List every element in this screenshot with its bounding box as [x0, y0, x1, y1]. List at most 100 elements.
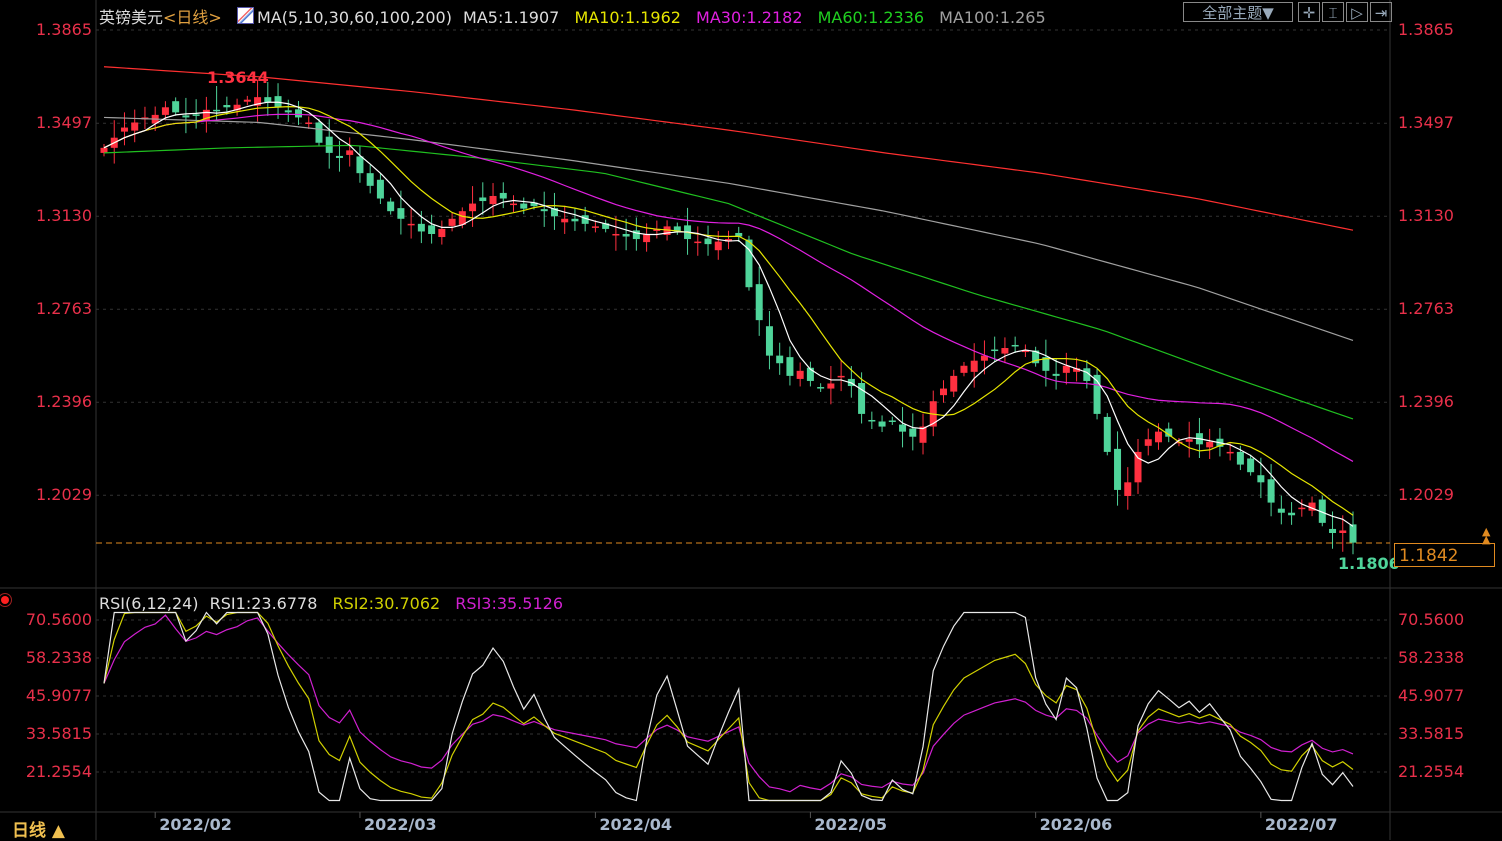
rsi-title: RSI(6,12,24) [99, 594, 199, 613]
date-label: 2022/02 [159, 815, 232, 834]
rsi-tick-label: 70.5600 [25, 610, 92, 629]
rsi3-value: RSI3:35.5126 [455, 594, 564, 613]
candle-body [520, 203, 528, 209]
candle-body [1226, 451, 1234, 454]
date-label: 2022/04 [599, 815, 673, 834]
candle-body [1257, 475, 1265, 483]
indicator-dot-icon[interactable] [1, 596, 9, 604]
candle-body [120, 127, 128, 132]
candle-body [591, 226, 599, 228]
price-tick-label: 1.2763 [1398, 299, 1454, 319]
candle-body [346, 150, 354, 155]
candle-body [1011, 344, 1019, 347]
candle-body [1144, 439, 1152, 446]
date-label: 2022/05 [814, 815, 888, 834]
theme-dropdown[interactable]: 全部主题▼ [1183, 2, 1293, 22]
price-tick-label: 1.2029 [1398, 485, 1454, 505]
candle-body [1247, 458, 1255, 473]
candle-body [397, 208, 405, 219]
price-tick-label: 1.2029 [36, 485, 92, 505]
candle-body [366, 173, 374, 186]
candle-body [295, 109, 303, 118]
price-tick-label: 1.3130 [36, 206, 92, 226]
candle-body [387, 201, 395, 212]
candle-body [417, 223, 425, 232]
rsi2-value: RSI2:30.7062 [332, 594, 441, 613]
candle-body [1267, 479, 1275, 503]
ma-legend: 英镑美元<日线> MA(5,10,30,60,100,200) MA5:1.19… [99, 4, 1056, 28]
candle-body [1206, 441, 1214, 448]
ma10-value: MA10:1.1962 [574, 8, 681, 27]
crosshair-icon[interactable]: ✛ [1298, 2, 1320, 22]
candle-body [970, 360, 978, 372]
candle-body [1154, 431, 1162, 443]
rsi1-value: RSI1:23.6778 [209, 594, 318, 613]
candle-body [1349, 524, 1357, 543]
ma200-line [103, 66, 1354, 231]
scroll-up-icon[interactable]: ▲ ▲ [1482, 526, 1490, 545]
candle-body [264, 97, 272, 103]
price-tick-label: 1.2763 [36, 299, 92, 319]
candle-body [1103, 416, 1111, 452]
candle-body [499, 192, 507, 199]
ma-chart-icon[interactable] [236, 7, 254, 24]
candle-body [448, 218, 456, 226]
candle-body [786, 357, 794, 376]
candle-body [704, 238, 712, 245]
candle-body [243, 99, 251, 102]
candle-body [1277, 508, 1285, 513]
ma30-line [103, 113, 1354, 462]
candle-body [428, 225, 436, 234]
ma60-line [103, 144, 1354, 420]
ma5-value: MA5:1.1907 [463, 8, 560, 27]
candle-body [878, 421, 886, 427]
period-label: <日线> [163, 8, 222, 27]
candle-body [1124, 482, 1132, 497]
price-tick-label: 1.3865 [36, 20, 92, 39]
candle-body [796, 370, 804, 379]
candle-body [888, 420, 896, 422]
candle-body [745, 239, 753, 288]
price-chart[interactable] [0, 0, 1502, 840]
rsi-tick-label: 21.2554 [1398, 762, 1465, 781]
ma10-line [103, 106, 1354, 516]
candle-body [192, 114, 200, 116]
price-tick-label: 1.3497 [1398, 113, 1454, 133]
symbol-name: 英镑美元 [99, 8, 164, 27]
candle-body [182, 115, 190, 118]
candle-body [776, 355, 784, 364]
candle-body [325, 136, 333, 153]
price-tick-label: 1.2396 [36, 392, 92, 412]
candle-body [131, 122, 139, 131]
candle-body [909, 428, 917, 437]
candle-body [1001, 348, 1009, 354]
range-icon[interactable]: ⌶ [1322, 2, 1344, 22]
ma-title: MA(5,10,30,60,100,200) [256, 8, 452, 27]
candle-body [765, 326, 773, 356]
candles [100, 79, 1357, 555]
ma60-value: MA60:1.2336 [817, 8, 925, 27]
ma100-value: MA100:1.265 [939, 8, 1046, 27]
rsi-tick-label: 21.2554 [25, 762, 92, 781]
period-selector[interactable]: 日线 ▲ [12, 816, 65, 841]
candle-body [479, 197, 487, 202]
rsi-tick-label: 58.2338 [25, 648, 92, 667]
rsi-tick-label: 45.9077 [25, 686, 92, 705]
candle-body [356, 156, 364, 174]
rsi-legend: RSI(6,12,24) RSI1:23.6778 RSI2:30.7062 R… [99, 594, 573, 613]
candle-body [1339, 530, 1347, 533]
ma30-value: MA30:1.2182 [696, 8, 803, 27]
low-marker: 1.1806 [1338, 554, 1400, 573]
candle-body [622, 233, 630, 237]
candle-body [571, 218, 579, 222]
candle-body [827, 383, 835, 389]
candle-body [540, 209, 548, 212]
candle-body [960, 365, 968, 373]
date-label: 2022/03 [363, 815, 437, 834]
play-icon[interactable]: ▷ [1346, 2, 1368, 22]
candle-body [223, 105, 231, 108]
candle-body [284, 110, 292, 113]
exit-icon[interactable]: ⇥ [1370, 2, 1392, 22]
candle-body [172, 101, 180, 113]
candle-body [161, 107, 169, 115]
